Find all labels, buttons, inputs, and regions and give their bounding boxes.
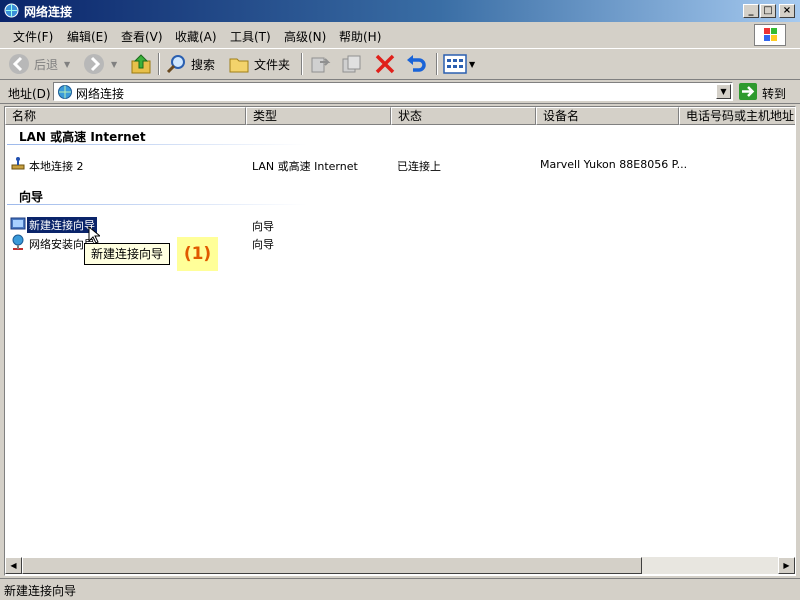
go-button[interactable]: 转到 — [762, 85, 786, 102]
undo-button[interactable] — [404, 52, 428, 76]
toolbar-separator — [301, 53, 303, 75]
move-to-icon — [311, 57, 331, 73]
back-dropdown-icon[interactable]: ▼ — [64, 60, 70, 69]
forward-dropdown-icon[interactable]: ▼ — [111, 60, 117, 69]
minimize-button[interactable]: _ — [743, 4, 759, 18]
up-folder-icon — [131, 54, 151, 74]
connections-list-view[interactable]: 名称 类型 状态 设备名 电话号码或主机地址 LAN 或高速 Internet … — [4, 106, 796, 576]
move-to-button[interactable] — [308, 52, 332, 76]
group-header-wizard: 向导 — [19, 190, 44, 204]
search-icon — [166, 55, 185, 74]
address-dropdown-button[interactable]: ▼ — [716, 84, 731, 99]
address-bar: 地址(D) 网络连接 ▼ 转到 — [0, 80, 800, 104]
menu-favorites[interactable]: 收藏(A) — [175, 28, 217, 45]
toolbar-separator — [158, 53, 160, 75]
status-text: 新建连接向导 — [4, 584, 77, 598]
scroll-right-button[interactable]: ▶ — [778, 557, 795, 574]
back-arrow-icon — [9, 54, 29, 74]
close-button[interactable]: × — [779, 4, 795, 18]
copy-to-button[interactable] — [340, 52, 364, 76]
folders-button[interactable]: 文件夹 — [228, 52, 290, 76]
search-label: 搜索 — [191, 57, 216, 72]
menu-tools[interactable]: 工具(T) — [230, 28, 271, 45]
group-divider — [7, 144, 307, 145]
delete-button[interactable] — [373, 52, 397, 76]
search-button[interactable]: 搜索 — [165, 52, 215, 76]
menu-file[interactable]: 文件(F) — [13, 28, 53, 45]
scroll-left-button[interactable]: ◀ — [5, 557, 22, 574]
horizontal-scrollbar[interactable]: ◀ ▶ — [5, 557, 795, 574]
new-connection-wizard-icon — [10, 217, 26, 230]
folders-label: 文件夹 — [254, 57, 291, 72]
address-field[interactable]: 网络连接 ▼ — [53, 82, 733, 101]
connection-device: Marvell Yukon 88E8056 P... — [540, 158, 688, 171]
menu-help[interactable]: 帮助(H) — [339, 28, 381, 45]
go-arrow-icon[interactable] — [739, 83, 757, 100]
menu-advanced[interactable]: 高级(N) — [284, 28, 326, 45]
connection-name[interactable]: 本地连接 2 — [29, 158, 84, 174]
column-header-status[interactable]: 状态 — [391, 107, 536, 125]
up-folder-button[interactable] — [129, 52, 153, 76]
menu-view[interactable]: 查看(V) — [121, 28, 163, 45]
wizard-type: 向导 — [252, 220, 274, 233]
scroll-thumb[interactable] — [22, 557, 642, 574]
toolbar: 后退 ▼ ▼ 搜索 文件夹 ▼ — [0, 48, 800, 80]
menu-bar: 文件(F) 编辑(E) 查看(V) 收藏(A) 工具(T) 高级(N) 帮助(H… — [0, 24, 800, 46]
folder-icon — [229, 58, 249, 73]
network-setup-wizard-icon — [12, 234, 24, 250]
window-title: 网络连接 — [24, 5, 73, 19]
toolbar-separator — [436, 53, 438, 75]
delete-x-icon — [375, 54, 395, 74]
maximize-button[interactable]: □ — [760, 4, 776, 18]
views-grid-icon — [443, 54, 467, 74]
group-header-lan: LAN 或高速 Internet — [19, 130, 146, 144]
mouse-pointer-icon — [88, 226, 100, 244]
forward-arrow-icon — [84, 54, 104, 74]
column-header-device[interactable]: 设备名 — [536, 107, 679, 125]
status-bar: 新建连接向导 — [0, 578, 800, 600]
connection-status: 已连接上 — [397, 160, 441, 173]
copy-to-icon — [342, 55, 361, 73]
network-globe-icon — [58, 85, 72, 99]
network-connections-icon — [4, 3, 19, 18]
column-header-type[interactable]: 类型 — [246, 107, 391, 125]
column-header-name[interactable]: 名称 — [5, 107, 246, 125]
menu-edit[interactable]: 编辑(E) — [67, 28, 108, 45]
tooltip: 新建连接向导 — [84, 243, 171, 265]
back-label: 后退 — [34, 57, 59, 72]
title-bar: 网络连接 _ □ × — [0, 0, 800, 22]
views-button[interactable]: ▼ — [443, 52, 475, 76]
group-divider — [7, 204, 307, 205]
address-label: 地址(D) — [8, 87, 51, 101]
windows-logo-icon — [754, 24, 786, 46]
back-button[interactable]: 后退 ▼ — [8, 52, 70, 76]
connection-type: LAN 或高速 Internet — [252, 160, 358, 173]
column-header-phone-host[interactable]: 电话号码或主机地址 — [679, 107, 795, 125]
address-value: 网络连接 — [76, 87, 125, 101]
views-dropdown-icon[interactable]: ▼ — [469, 60, 475, 69]
forward-button[interactable]: ▼ — [83, 52, 117, 76]
undo-icon — [407, 55, 426, 72]
lan-connection-icon — [11, 157, 25, 170]
new-connection-wizard-item[interactable]: 新建连接向导 — [27, 217, 97, 233]
step-annotation: (1) — [177, 237, 218, 271]
wizard-type: 向导 — [252, 238, 274, 251]
